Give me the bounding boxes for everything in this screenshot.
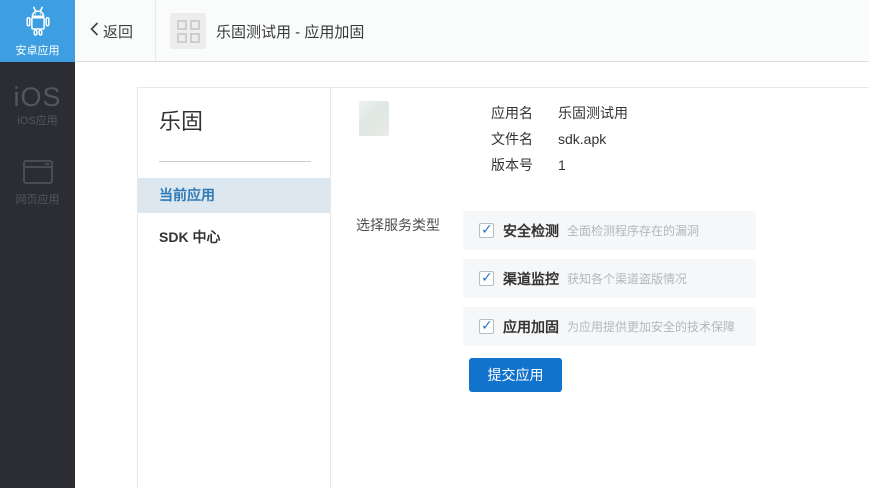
app-info-row-version: 版本号 1 [491, 152, 628, 178]
sidebar-item-ios-label: iOS应用 [17, 115, 57, 128]
menu-divider [159, 161, 311, 162]
service-desc: 全面检测程序存在的漏洞 [567, 222, 699, 239]
back-button-label: 返回 [103, 21, 133, 42]
service-name: 渠道监控 [503, 269, 559, 289]
app-placeholder-icon [170, 13, 206, 49]
chevron-left-icon [90, 22, 99, 40]
app-name-value: 乐固测试用 [558, 100, 628, 126]
app-info: 应用名 乐固测试用 文件名 sdk.apk 版本号 1 [491, 100, 628, 178]
sidebar-item-web[interactable]: 网页应用 [0, 158, 75, 207]
service-desc: 获知各个渠道盗版情况 [567, 270, 687, 287]
service-option-app-hardening[interactable]: 应用加固 为应用提供更加安全的技术保障 [463, 307, 756, 346]
sidebar-item-ios[interactable]: iOS iOS应用 [0, 82, 75, 128]
topbar-divider [155, 0, 156, 61]
service-desc: 为应用提供更加安全的技术保障 [567, 318, 735, 335]
content-panel: 乐固 当前应用 SDK 中心 应用名 乐固测试用 文件名 sdk.apk 版本号… [137, 87, 869, 488]
app-info-row-file: 文件名 sdk.apk [491, 126, 628, 152]
service-name: 安全检测 [503, 221, 559, 241]
file-name-value: sdk.apk [558, 126, 606, 152]
menu-item-sdk-center[interactable]: SDK 中心 [138, 220, 330, 255]
grid-icon [177, 20, 200, 43]
browser-icon [22, 158, 54, 191]
app-info-row-name: 应用名 乐固测试用 [491, 100, 628, 126]
app-hardening-checkbox[interactable] [479, 319, 494, 334]
version-value: 1 [558, 152, 566, 178]
legu-app-window: 安卓应用 iOS iOS应用 网页应用 返回 [0, 0, 869, 491]
android-icon [21, 5, 55, 42]
file-name-label: 文件名 [491, 126, 558, 152]
sidebar-item-android[interactable]: 安卓应用 [0, 0, 75, 62]
version-label: 版本号 [491, 152, 558, 178]
top-bar: 返回 乐固测试用 - 应用加固 [75, 0, 869, 62]
sidebar-item-web-label: 网页应用 [16, 194, 60, 207]
app-name-label: 应用名 [491, 100, 558, 126]
channel-monitor-checkbox[interactable] [479, 271, 494, 286]
service-type-section-label: 选择服务类型 [356, 215, 440, 235]
submit-app-button[interactable]: 提交应用 [469, 358, 562, 392]
service-name: 应用加固 [503, 317, 559, 337]
sidebar-item-android-label: 安卓应用 [16, 45, 60, 58]
legu-menu: 乐固 当前应用 SDK 中心 [138, 88, 331, 488]
app-type-sidebar: 安卓应用 iOS iOS应用 网页应用 [0, 0, 75, 488]
security-scan-checkbox[interactable] [479, 223, 494, 238]
app-thumbnail [359, 101, 389, 136]
service-option-channel-monitor[interactable]: 渠道监控 获知各个渠道盗版情况 [463, 259, 756, 298]
page-title: 乐固测试用 - 应用加固 [216, 0, 364, 62]
back-button[interactable]: 返回 [90, 0, 133, 62]
menu-item-current-app[interactable]: 当前应用 [138, 178, 330, 213]
service-option-security-scan[interactable]: 安全检测 全面检测程序存在的漏洞 [463, 211, 756, 250]
menu-heading: 乐固 [159, 104, 330, 136]
ios-icon: iOS [13, 82, 61, 112]
